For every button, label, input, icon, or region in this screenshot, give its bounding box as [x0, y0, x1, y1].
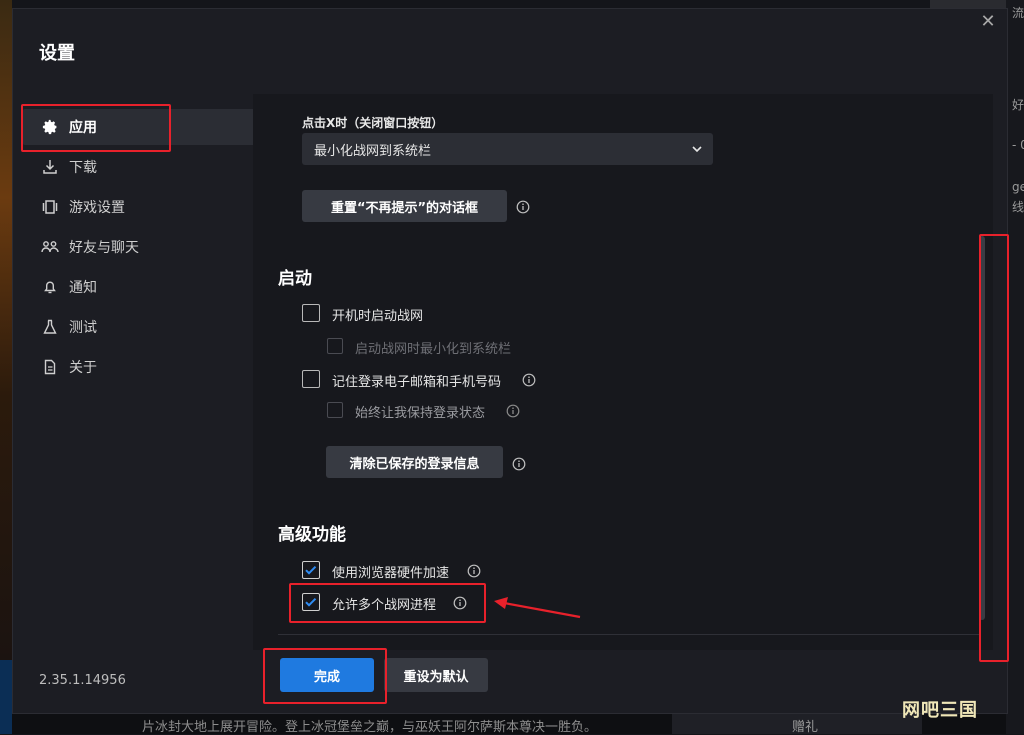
- annotation-box-app: [21, 104, 171, 152]
- annotation-arrow-icon: [494, 597, 581, 619]
- annotation-box-scrollbar: [979, 234, 1009, 662]
- download-icon: [41, 158, 59, 176]
- launch-on-startup-label: 开机时启动战网: [332, 309, 424, 324]
- sidebar-item-test[interactable]: 测试: [23, 309, 255, 345]
- reset-default-button[interactable]: 重设为默认: [384, 658, 488, 692]
- background-tab-label: 赠礼: [792, 720, 819, 735]
- close-behavior-value: 最小化战网到系统栏: [314, 143, 432, 159]
- watermark: 网吧三国: [902, 700, 978, 721]
- reset-dialogs-button[interactable]: 重置“不再提示”的对话框: [302, 190, 507, 222]
- background-bottom-bar: 片冰封大地上展开冒险。登上冰冠堡垒之巅，与巫妖王阿尔萨斯本尊决一胜负。 赠礼: [12, 712, 1006, 735]
- dialog-title: 设置: [39, 43, 75, 64]
- background-story-text: 片冰封大地上展开冒险。登上冰冠堡垒之巅，与巫妖王阿尔萨斯本尊决一胜负。: [142, 720, 598, 735]
- annotation-box-done: [263, 648, 387, 704]
- friends-icon: [41, 238, 59, 256]
- background-tab[interactable]: 赠礼: [672, 712, 922, 735]
- sidebar-item-about[interactable]: 关于: [23, 349, 255, 385]
- background-panel: [0, 660, 12, 734]
- startup-section-title: 启动: [278, 269, 312, 289]
- info-icon[interactable]: [506, 403, 520, 418]
- sidebar-item-label: 测试: [69, 320, 97, 336]
- background-avatars: [930, 0, 1010, 8]
- minimize-on-launch-label: 启动战网时最小化到系统栏: [355, 342, 512, 357]
- stay-logged-in-checkbox[interactable]: [327, 402, 343, 418]
- sidebar-item-label: 游戏设置: [69, 200, 125, 216]
- clear-login-button[interactable]: 清除已保存的登录信息: [326, 446, 503, 478]
- close-button[interactable]: ✕: [977, 11, 999, 33]
- hardware-accel-checkbox[interactable]: [302, 561, 320, 579]
- background-art: [0, 0, 12, 660]
- minimize-on-launch-checkbox[interactable]: [327, 338, 343, 354]
- background-fragment: 线玩: [1012, 200, 1024, 214]
- bell-icon: [41, 278, 59, 296]
- remember-login-checkbox[interactable]: [302, 370, 320, 388]
- sidebar-item-label: 下载: [69, 160, 97, 176]
- stay-logged-in-label: 始终让我保持登录状态: [355, 406, 486, 421]
- background-fragment: 好友: [1012, 98, 1024, 112]
- sidebar-item-game-settings[interactable]: 游戏设置: [23, 189, 255, 225]
- background-fragment: ger: [1012, 180, 1024, 194]
- flask-icon: [41, 318, 59, 336]
- advanced-section-title: 高级功能: [278, 525, 346, 545]
- hardware-accel-label: 使用浏览器硬件加速: [332, 566, 450, 581]
- background-fragment: 流: [1012, 6, 1024, 20]
- remember-login-label: 记住登录电子邮箱和手机号码: [332, 375, 502, 390]
- launch-on-startup-checkbox[interactable]: [302, 304, 320, 322]
- info-icon[interactable]: [516, 199, 530, 214]
- annotation-box-multi-instance: [289, 583, 486, 623]
- footer-divider: [278, 634, 980, 635]
- info-icon[interactable]: [512, 456, 526, 471]
- app-version: 2.35.1.14956: [39, 673, 126, 688]
- sidebar-item-label: 通知: [69, 280, 97, 296]
- chevron-down-icon: [689, 141, 705, 157]
- close-behavior-select[interactable]: 最小化战网到系统栏: [302, 133, 713, 165]
- sidebar-item-friends-chat[interactable]: 好友与聊天: [23, 229, 255, 265]
- sidebar-item-notifications[interactable]: 通知: [23, 269, 255, 305]
- sidebar-item-downloads[interactable]: 下载: [23, 149, 255, 185]
- sidebar-item-label: 好友与聊天: [69, 240, 139, 256]
- game-settings-icon: [41, 198, 59, 216]
- checkmark-icon: [305, 565, 317, 575]
- info-icon[interactable]: [522, 372, 536, 387]
- close-icon: ✕: [980, 11, 996, 32]
- background-fragment: - 0/: [1012, 138, 1024, 152]
- document-icon: [41, 358, 59, 376]
- info-icon[interactable]: [467, 563, 481, 578]
- sidebar-item-label: 关于: [69, 360, 97, 376]
- close-behavior-label: 点击X时（关闭窗口按钮）: [302, 116, 444, 130]
